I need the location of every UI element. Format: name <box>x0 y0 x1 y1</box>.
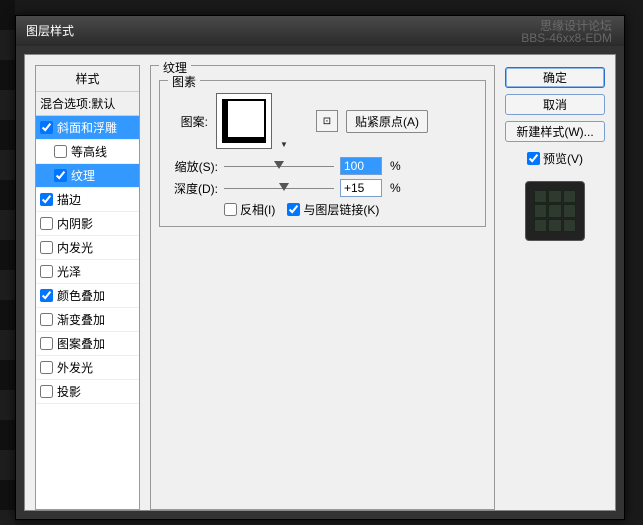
style-label: 颜色叠加 <box>57 287 105 304</box>
cancel-button[interactable]: 取消 <box>505 94 605 115</box>
dialog-body: 样式 混合选项:默认 斜面和浮雕等高线纹理描边内阴影内发光光泽颜色叠加渐变叠加图… <box>24 54 616 511</box>
chevron-down-icon: ▼ <box>280 140 288 149</box>
layer-style-dialog: 图层样式 思缘设计论坛 BBS-46xx8-EDM 样式 混合选项:默认 斜面和… <box>15 15 625 520</box>
depth-row: 深度(D): % <box>168 179 477 197</box>
pattern-preview <box>222 99 266 143</box>
style-item-9[interactable]: 图案叠加 <box>36 332 139 356</box>
style-label: 描边 <box>57 191 81 208</box>
style-checkbox[interactable] <box>54 145 67 158</box>
style-label: 图案叠加 <box>57 335 105 352</box>
scale-row: 缩放(S): % <box>168 157 477 175</box>
style-checkbox[interactable] <box>40 241 53 254</box>
style-label: 斜面和浮雕 <box>57 119 117 136</box>
pattern-group: 图素 图案: ▼ ⊡ 贴紧原点(A) 缩放(S): <box>159 80 486 227</box>
pattern-row: 图案: ▼ ⊡ 贴紧原点(A) <box>168 93 477 149</box>
style-checkbox[interactable] <box>40 289 53 302</box>
depth-slider[interactable] <box>224 181 334 195</box>
style-item-5[interactable]: 内发光 <box>36 236 139 260</box>
ok-button[interactable]: 确定 <box>505 67 605 88</box>
scale-slider[interactable] <box>224 159 334 173</box>
style-item-1[interactable]: 等高线 <box>36 140 139 164</box>
style-item-11[interactable]: 投影 <box>36 380 139 404</box>
pattern-dropdown[interactable]: ▼ <box>280 93 290 149</box>
style-label: 等高线 <box>71 143 107 160</box>
blend-options-row[interactable]: 混合选项:默认 <box>36 92 139 116</box>
pattern-label: 图案: <box>168 113 208 130</box>
styles-list-panel: 样式 混合选项:默认 斜面和浮雕等高线纹理描边内阴影内发光光泽颜色叠加渐变叠加图… <box>35 65 140 510</box>
snap-origin-button[interactable]: 贴紧原点(A) <box>346 110 428 133</box>
new-pattern-icon[interactable]: ⊡ <box>316 110 338 132</box>
depth-thumb[interactable] <box>279 183 289 191</box>
scale-label: 缩放(S): <box>168 158 218 175</box>
preview-thumbnail <box>525 181 585 241</box>
scale-thumb[interactable] <box>274 161 284 169</box>
style-label: 渐变叠加 <box>57 311 105 328</box>
styles-header: 样式 <box>36 66 139 92</box>
style-item-4[interactable]: 内阴影 <box>36 212 139 236</box>
style-label: 内阴影 <box>57 215 93 232</box>
style-item-8[interactable]: 渐变叠加 <box>36 308 139 332</box>
styles-list: 斜面和浮雕等高线纹理描边内阴影内发光光泽颜色叠加渐变叠加图案叠加外发光投影 <box>36 116 139 404</box>
style-checkbox[interactable] <box>40 313 53 326</box>
depth-unit: % <box>390 181 401 195</box>
new-style-button[interactable]: 新建样式(W)... <box>505 121 605 142</box>
style-item-0[interactable]: 斜面和浮雕 <box>36 116 139 140</box>
style-item-10[interactable]: 外发光 <box>36 356 139 380</box>
scale-unit: % <box>390 159 401 173</box>
link-checkbox[interactable]: 与图层链接(K) <box>287 201 379 218</box>
style-label: 纹理 <box>71 167 95 184</box>
style-item-3[interactable]: 描边 <box>36 188 139 212</box>
style-checkbox[interactable] <box>54 169 67 182</box>
preview-checkbox[interactable]: 预览(V) <box>527 150 583 167</box>
style-checkbox[interactable] <box>40 337 53 350</box>
style-item-7[interactable]: 颜色叠加 <box>36 284 139 308</box>
style-item-6[interactable]: 光泽 <box>36 260 139 284</box>
style-label: 内发光 <box>57 239 93 256</box>
style-checkbox[interactable] <box>40 193 53 206</box>
style-label: 光泽 <box>57 263 81 280</box>
watermark: 思缘设计论坛 BBS-46xx8-EDM <box>521 20 612 44</box>
style-label: 外发光 <box>57 359 93 376</box>
style-checkbox[interactable] <box>40 217 53 230</box>
main-panel: 纹理 图素 图案: ▼ ⊡ 贴紧原点(A) 缩放(S): <box>150 65 495 510</box>
style-checkbox[interactable] <box>40 265 53 278</box>
scale-input[interactable] <box>340 157 382 175</box>
background-decoration <box>0 0 15 525</box>
style-item-2[interactable]: 纹理 <box>36 164 139 188</box>
depth-input[interactable] <box>340 179 382 197</box>
style-checkbox[interactable] <box>40 121 53 134</box>
options-row: 反相(I) 与图层链接(K) <box>168 201 477 218</box>
style-label: 投影 <box>57 383 81 400</box>
invert-checkbox[interactable]: 反相(I) <box>224 201 275 218</box>
pattern-swatch[interactable] <box>216 93 272 149</box>
pattern-group-title: 图素 <box>168 73 200 90</box>
style-checkbox[interactable] <box>40 385 53 398</box>
style-checkbox[interactable] <box>40 361 53 374</box>
right-column: 确定 取消 新建样式(W)... 预览(V) <box>505 67 605 241</box>
window-title: 图层样式 <box>26 24 74 38</box>
depth-label: 深度(D): <box>168 180 218 197</box>
